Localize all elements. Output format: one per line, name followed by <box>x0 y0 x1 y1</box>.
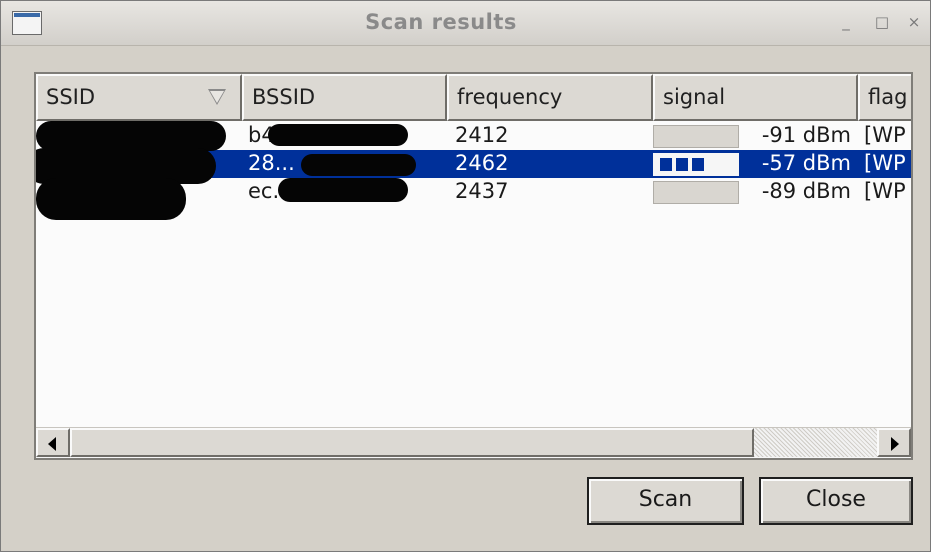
horizontal-scrollbar[interactable] <box>36 427 911 458</box>
flags-cell: [WP <box>864 179 906 203</box>
arrow-left-icon <box>48 437 56 451</box>
column-header-bssid[interactable]: BSSID <box>242 74 447 121</box>
scan-results-table[interactable]: SSID BSSID frequency signal flag ... b4.… <box>34 72 913 460</box>
redaction-mark <box>278 178 408 202</box>
table-header: SSID BSSID frequency signal flag <box>36 74 911 121</box>
maximize-button[interactable]: □ <box>871 11 893 33</box>
flags-cell: [WP <box>864 123 906 147</box>
scroll-right-button[interactable] <box>877 428 911 457</box>
close-button[interactable]: Close <box>759 477 913 525</box>
signal-chunk <box>660 158 672 171</box>
signal-strength-bar <box>653 181 739 204</box>
arrow-right-icon <box>891 437 899 451</box>
signal-chunk <box>676 158 688 171</box>
column-header-flags[interactable]: flag <box>858 74 911 121</box>
scan-results-window: Scan results _ □ × SSID BSSID frequency … <box>0 0 931 552</box>
title-bar[interactable]: Scan results _ □ × <box>1 1 930 46</box>
scroll-left-button[interactable] <box>36 428 70 457</box>
flags-cell: [WP <box>860 150 911 178</box>
redaction-mark <box>36 178 186 220</box>
signal-cell: -57 dBm <box>761 151 851 175</box>
close-window-button[interactable]: × <box>903 11 925 33</box>
column-header-frequency[interactable]: frequency <box>447 74 653 121</box>
column-header-signal[interactable]: signal <box>653 74 858 121</box>
scan-button[interactable]: Scan <box>587 477 744 525</box>
column-header-label: SSID <box>46 85 96 109</box>
redaction-mark <box>301 154 416 176</box>
column-header-label: BSSID <box>252 85 316 109</box>
signal-cell: -91 dBm <box>761 123 851 147</box>
column-header-ssid[interactable]: SSID <box>36 74 242 121</box>
sort-descending-icon <box>208 89 226 105</box>
signal-strength-bar <box>653 125 739 148</box>
scrollbar-thumb[interactable] <box>70 428 754 457</box>
signal-cell: -89 dBm <box>761 179 851 203</box>
window-title: Scan results <box>365 10 517 34</box>
minimize-button[interactable]: _ <box>835 11 857 33</box>
signal-strength-bar <box>653 153 739 176</box>
column-header-label: signal <box>663 85 726 109</box>
column-header-label: frequency <box>457 85 563 109</box>
column-header-label: flag <box>868 85 908 109</box>
signal-chunk <box>692 158 704 171</box>
redaction-mark <box>36 121 226 151</box>
frequency-cell: 2437 <box>455 179 509 203</box>
redaction-mark <box>268 124 408 146</box>
scrollbar-trough[interactable] <box>754 428 877 457</box>
frequency-cell: 2412 <box>455 123 509 147</box>
frequency-cell: 2462 <box>455 151 509 175</box>
